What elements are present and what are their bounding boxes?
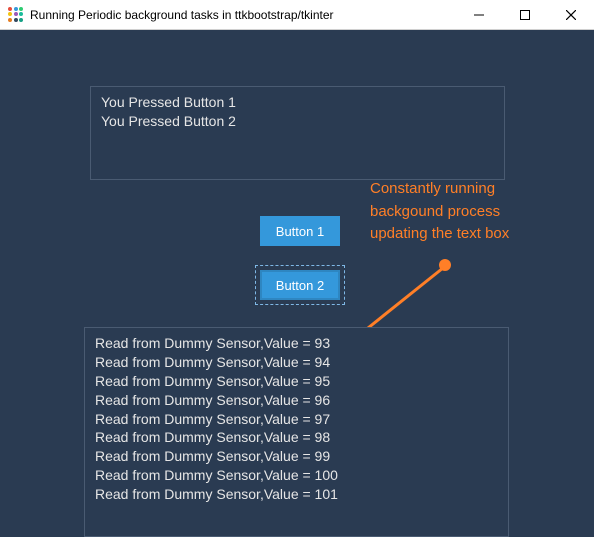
button-1-label: Button 1 [276,224,324,239]
button-2-label: Button 2 [276,278,324,293]
sensor-log-line: Read from Dummy Sensor,Value = 94 [95,353,498,372]
button-1[interactable]: Button 1 [260,216,340,246]
output-line: You Pressed Button 2 [101,112,494,131]
sensor-log-line: Read from Dummy Sensor,Value = 95 [95,372,498,391]
window-titlebar: Running Periodic background tasks in ttk… [0,0,594,30]
sensor-log-line: Read from Dummy Sensor,Value = 100 [95,466,498,485]
output-line: You Pressed Button 1 [101,93,494,112]
annotation-line: backgound process [370,201,580,224]
sensor-log-line: Read from Dummy Sensor,Value = 96 [95,391,498,410]
app-icon [8,7,24,23]
output-textbox-bottom[interactable]: Read from Dummy Sensor,Value = 93 Read f… [84,327,509,537]
button-2[interactable]: Button 2 [260,270,340,300]
close-button[interactable] [548,0,594,30]
sensor-log-line: Read from Dummy Sensor,Value = 98 [95,428,498,447]
annotation-line: updating the text box [370,223,580,246]
output-textbox-top[interactable]: You Pressed Button 1 You Pressed Button … [90,86,505,180]
sensor-log-line: Read from Dummy Sensor,Value = 93 [95,334,498,353]
annotation-text: Constantly running backgound process upd… [370,178,580,246]
annotation-line: Constantly running [370,178,580,201]
sensor-log-line: Read from Dummy Sensor,Value = 101 [95,485,498,504]
window-title: Running Periodic background tasks in ttk… [30,8,334,22]
sensor-log-line: Read from Dummy Sensor,Value = 97 [95,410,498,429]
sensor-log-line: Read from Dummy Sensor,Value = 99 [95,447,498,466]
minimize-button[interactable] [456,0,502,30]
maximize-button[interactable] [502,0,548,30]
client-area: You Pressed Button 1 You Pressed Button … [0,30,594,537]
